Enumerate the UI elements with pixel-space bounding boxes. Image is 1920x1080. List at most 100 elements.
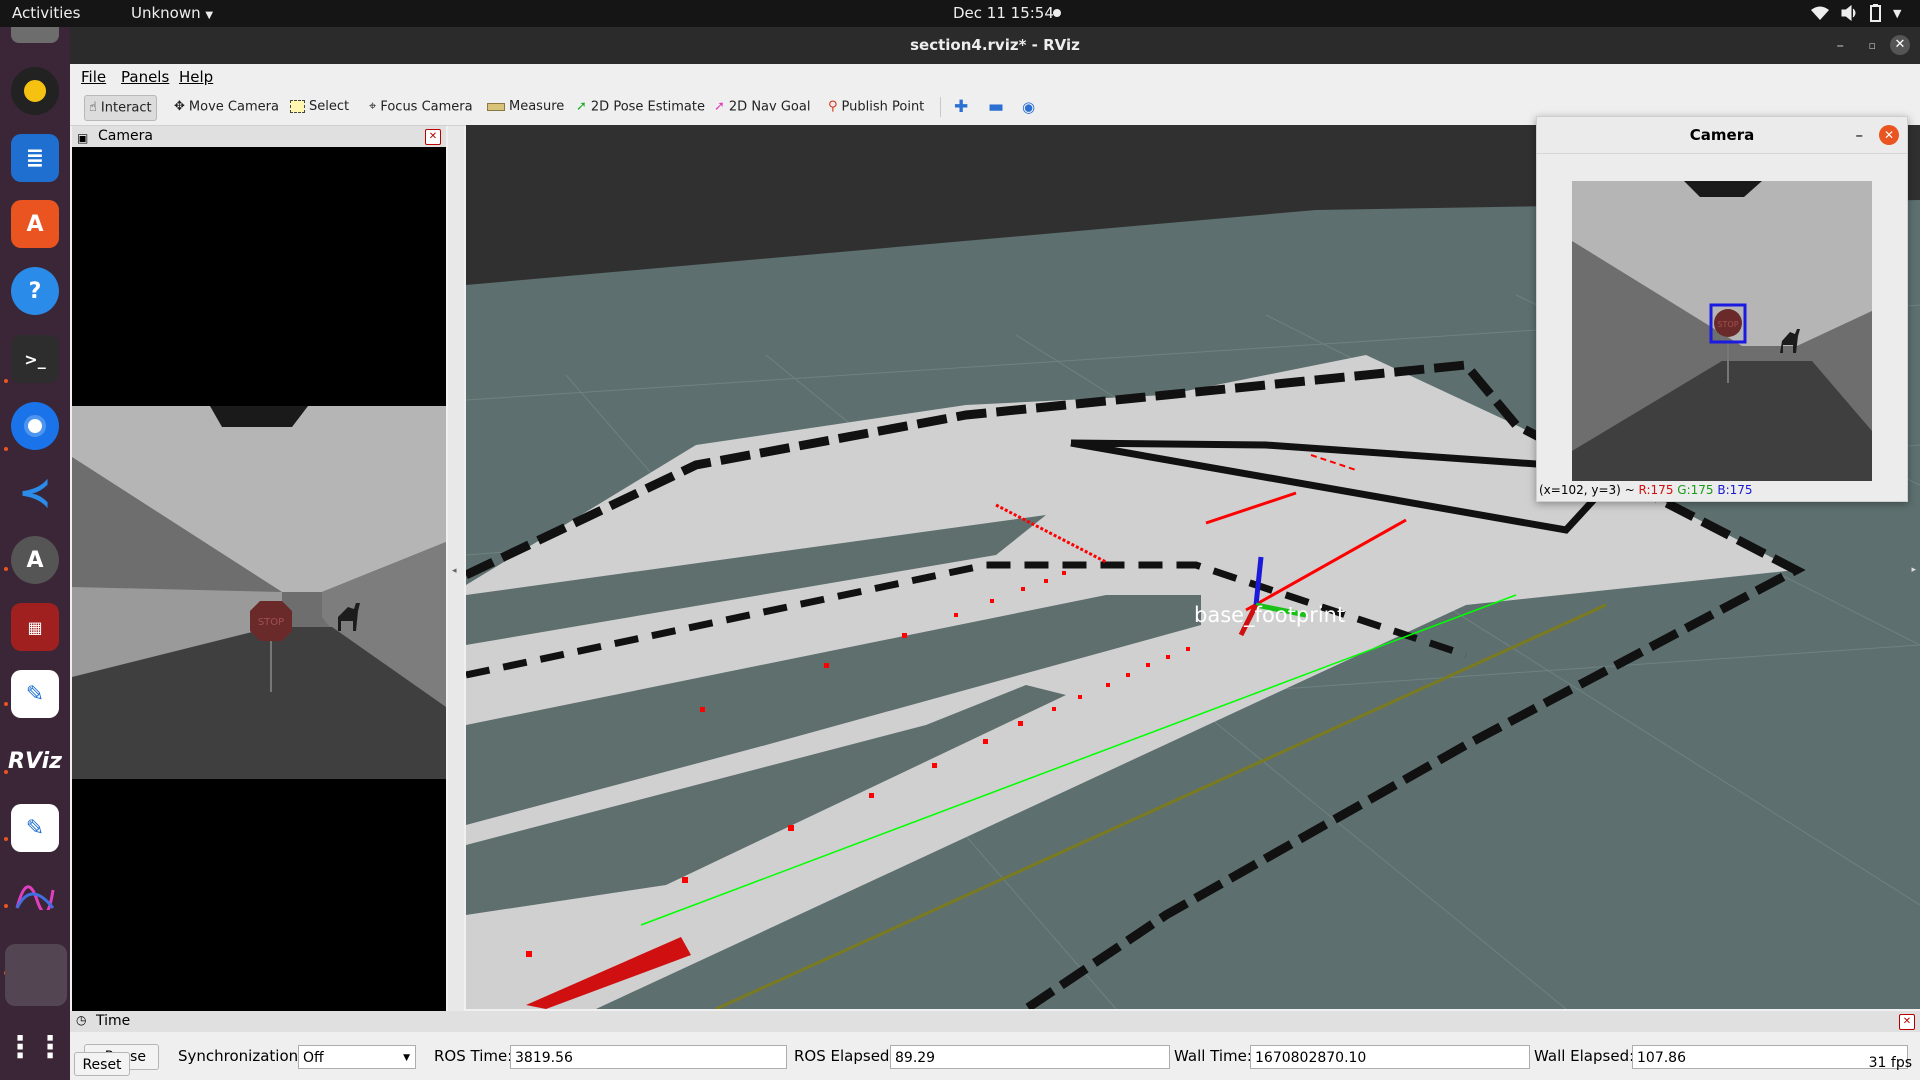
clock-icon: ◷ (76, 1013, 87, 1027)
text-editor-2-icon[interactable]: ✎ (11, 804, 59, 852)
tool-measure-label: Measure (509, 99, 565, 114)
reset-button[interactable]: Reset (74, 1052, 130, 1076)
tool-measure[interactable]: Measure (483, 95, 568, 119)
floating-camera-title: Camera (1689, 126, 1755, 144)
gazebo-icon[interactable]: ▦ (11, 603, 59, 651)
chevron-down-icon: ▼ (205, 10, 214, 21)
system-menu-chevron-icon[interactable]: ▼ (1893, 7, 1901, 20)
pixel-g-value: G:175 (1677, 483, 1714, 497)
ros-time-field[interactable]: 3819.56 (510, 1045, 787, 1069)
tool-move-camera[interactable]: ✥ Move Camera (170, 95, 283, 119)
sync-label: Synchronization: (178, 1047, 304, 1065)
ros-elapsed-label: ROS Elapsed: (794, 1047, 895, 1065)
tool-publish-point-label: Publish Point (841, 99, 925, 115)
running-indicator (4, 379, 8, 383)
tool-interact[interactable]: ☝ Interact (84, 95, 157, 121)
vscode-icon[interactable]: ≺ (11, 469, 59, 517)
app-menu[interactable]: Unknown ▼ (131, 4, 213, 22)
tool-2d-nav-goal-label: 2D Nav Goal (728, 99, 811, 115)
window-titlebar[interactable]: section4.rviz* - RViz – ▫ ✕ (70, 27, 1920, 64)
tool-focus-camera[interactable]: ⌖ Focus Camera (365, 95, 477, 119)
splitter-arrow-icon: ◂ (452, 566, 457, 576)
time-panel-header[interactable]: ◷ Time ✕ (70, 1011, 1920, 1032)
floating-camera-image: STOP (1572, 181, 1872, 481)
stop-sign-text: STOP (258, 617, 284, 628)
ruler-icon (487, 102, 505, 111)
select-rect-icon (290, 100, 305, 113)
time-panel-close-icon[interactable]: ✕ (1899, 1014, 1915, 1030)
rhythmbox-icon[interactable] (11, 67, 59, 115)
fps-counter: 31 fps (1868, 1055, 1912, 1071)
tool-2d-pose-estimate-label: 2D Pose Estimate (590, 99, 705, 115)
active-window-icon[interactable] (5, 944, 67, 1006)
time-panel: ◷ Time ✕ ▯Pause Synchronization: Off▼ RO… (70, 1011, 1920, 1080)
pointer-hand-icon: ☝ (89, 100, 97, 115)
wifi-icon[interactable] (1810, 5, 1830, 21)
minimize-icon[interactable]: – (1837, 27, 1845, 64)
sync-value: Off (303, 1050, 324, 1066)
tool-properties-icon[interactable]: ◉ (1018, 95, 1039, 119)
help-icon[interactable]: ? (11, 267, 59, 315)
camera-panel-header[interactable]: ▣ Camera ✕ (72, 126, 446, 147)
focus-crosshair-icon: ⌖ (369, 99, 377, 114)
camera-image: STOP (72, 147, 446, 1011)
rviz-icon[interactable]: RViz (8, 737, 62, 785)
pixel-b-value: B:175 (1717, 483, 1753, 497)
tool-focus-camera-label: Focus Camera (380, 99, 473, 115)
maximize-icon[interactable]: ▫ (1869, 27, 1876, 64)
sync-select[interactable]: Off ▼ (298, 1045, 416, 1069)
software-store-icon[interactable]: A (11, 200, 59, 248)
add-tool-icon[interactable]: ✚ (950, 95, 972, 119)
plotjuggler-icon[interactable] (11, 871, 59, 919)
pink-arrow-icon: ➚ (714, 99, 725, 114)
wall-time-field[interactable]: 1670802870.10 (1250, 1045, 1530, 1069)
location-pin-icon: ⚲ (828, 99, 838, 114)
dock: ≣ A ? >_ ≺ A ▦ ✎ RViz ✎ ⋮⋮ (0, 27, 70, 1080)
panel-close-icon[interactable]: ✕ (425, 129, 441, 145)
tool-interact-label: Interact (100, 100, 152, 116)
camera-panel-title: Camera (98, 128, 153, 144)
float-close-icon[interactable]: ✕ (1879, 125, 1899, 145)
tool-select[interactable]: Select (286, 95, 353, 119)
menu-panels[interactable]: Panels (121, 68, 169, 86)
running-indicator (4, 904, 8, 908)
float-minimize-icon[interactable]: – (1856, 117, 1864, 153)
remove-tool-icon[interactable]: ▬ (984, 95, 1008, 119)
tool-2d-pose-estimate[interactable]: ➚ 2D Pose Estimate (572, 95, 709, 119)
ros-time-label: ROS Time: (434, 1047, 513, 1065)
tool-publish-point[interactable]: ⚲ Publish Point (824, 95, 928, 119)
running-indicator (4, 837, 8, 841)
running-indicator (4, 447, 8, 451)
menu-bar: File Panels Help (70, 64, 1920, 89)
menu-file[interactable]: File (81, 68, 106, 86)
tool-select-label: Select (309, 99, 350, 114)
software-updater-icon[interactable]: A (11, 536, 59, 584)
dropdown-arrow-icon: ▼ (403, 1053, 410, 1063)
view-right-arrow-icon[interactable]: ▸ (1911, 565, 1916, 575)
tool-2d-nav-goal[interactable]: ➚ 2D Nav Goal (710, 95, 814, 119)
wall-time-label: Wall Time: (1174, 1047, 1252, 1065)
panel-float-icon[interactable]: ▣ (77, 128, 88, 149)
window-title: section4.rviz* - RViz (910, 36, 1080, 54)
menu-help[interactable]: Help (179, 68, 213, 86)
toolbar-separator (940, 97, 941, 117)
text-editor-icon[interactable]: ✎ (11, 670, 59, 718)
wall-elapsed-field[interactable]: 107.86 (1632, 1045, 1908, 1069)
battery-icon[interactable] (1870, 4, 1882, 22)
clock[interactable]: Dec 11 15:54 (953, 4, 1054, 22)
chromium-icon[interactable] (11, 402, 59, 450)
volume-icon[interactable] (1840, 5, 1858, 21)
notification-dot-icon (1053, 9, 1061, 17)
partial-app-icon[interactable] (11, 27, 59, 43)
writer-icon[interactable]: ≣ (11, 134, 59, 182)
terminal-icon[interactable]: >_ (11, 335, 59, 383)
close-icon[interactable]: ✕ (1890, 35, 1910, 55)
panel-splitter[interactable]: ◂ (448, 126, 464, 1011)
app-menu-label: Unknown (131, 4, 201, 22)
app-grid-icon[interactable]: ⋮⋮ (5, 1023, 65, 1071)
pixel-coords: (x=102, y=3) ~ (1539, 483, 1639, 497)
camera-panel: ▣ Camera ✕ STOP (72, 126, 446, 1011)
floating-camera-titlebar[interactable]: Camera – ✕ (1537, 117, 1907, 154)
ros-elapsed-field[interactable]: 89.29 (890, 1045, 1170, 1069)
activities-button[interactable]: Activities (12, 4, 80, 22)
